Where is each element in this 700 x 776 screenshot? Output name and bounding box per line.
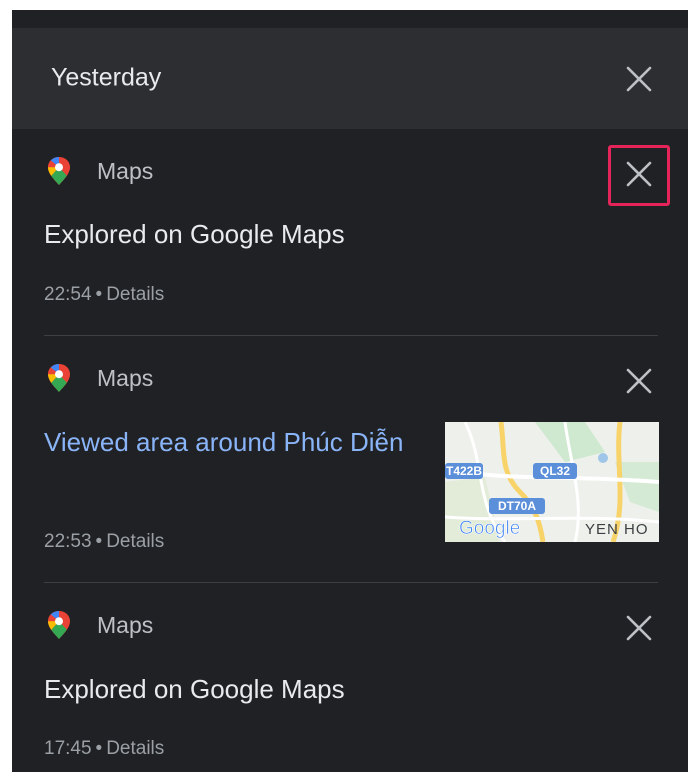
divider: [44, 582, 658, 583]
map-thumbnail[interactable]: T422B QL32 DT70A Google YEN HO: [445, 422, 659, 542]
divider: [44, 335, 658, 336]
entry-meta: 17:45 • Details: [44, 738, 165, 759]
date-header: Yesterday: [12, 28, 688, 129]
highlight-box: [608, 145, 670, 206]
details-link[interactable]: Details: [106, 531, 164, 552]
map-label-road: T422B: [446, 464, 482, 478]
close-icon[interactable]: [624, 613, 654, 643]
date-header-title: Yesterday: [51, 63, 162, 92]
entry-meta: 22:54 • Details: [44, 284, 165, 305]
entry-title[interactable]: Explored on Google Maps: [44, 219, 345, 250]
details-link[interactable]: Details: [106, 738, 164, 759]
map-logo: Google: [459, 518, 520, 539]
entry-title[interactable]: Explored on Google Maps: [44, 674, 345, 705]
close-icon[interactable]: [624, 64, 654, 94]
google-maps-pin-icon: [46, 363, 72, 393]
google-maps-pin-icon: [46, 610, 72, 640]
entry-time: 22:54: [44, 284, 92, 305]
entry-meta: 22:53 • Details: [44, 531, 165, 552]
entry-app-name: Maps: [97, 158, 154, 184]
map-label-road: QL32: [540, 464, 570, 478]
google-maps-pin-icon: [46, 156, 72, 186]
entry-time: 17:45: [44, 738, 92, 759]
entry-title-link[interactable]: Viewed area around Phúc Diễn: [44, 422, 404, 462]
close-icon[interactable]: [624, 366, 654, 396]
map-label-road: DT70A: [498, 499, 536, 513]
entry-app-name: Maps: [97, 612, 154, 638]
activity-panel: Yesterday Maps Explored on Google Maps 2…: [12, 10, 688, 772]
entry-app-name: Maps: [97, 365, 154, 391]
entry-time: 22:53: [44, 531, 92, 552]
map-label-place: YEN HO: [585, 521, 649, 538]
details-link[interactable]: Details: [106, 284, 164, 305]
